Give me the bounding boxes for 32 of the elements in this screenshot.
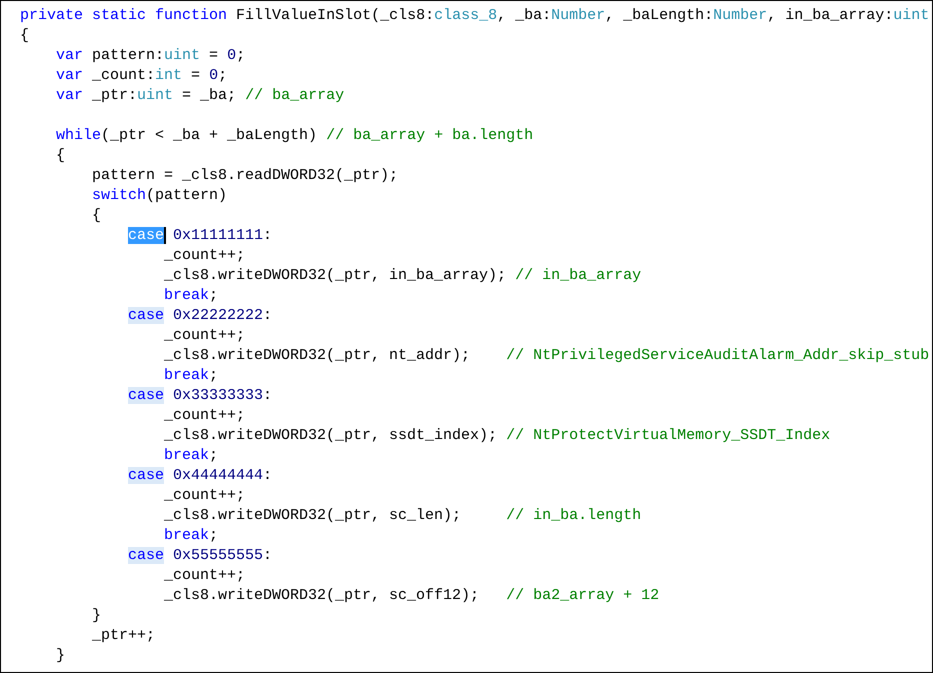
code-line: {	[92, 207, 102, 224]
code-line: break;	[164, 287, 218, 304]
code-line: {	[56, 147, 66, 164]
code-line: _cls8.writeDWORD32(_ptr, sc_off12); // ba2_array + 12	[164, 587, 660, 604]
code-line: case 0x55555555:	[128, 547, 272, 564]
code-line: while(_ptr < _ba + _baLength) // ba_array + ba.length	[56, 127, 534, 144]
code-line: _cls8.writeDWORD32(_ptr, nt_addr); // NtPrivilegedServiceAuditAlarm_Addr_skip_stub	[164, 347, 930, 364]
code-line: private static function FillValueInSlot(_cls8:class_8, _ba:Number, _baLength:Number, in_ba_array:uint	[20, 7, 930, 24]
code-line: pattern = _cls8.readDWORD32(_ptr);	[92, 167, 398, 184]
code-line: break;	[164, 447, 218, 464]
code-line: break;	[164, 527, 218, 544]
code-line: case 0x33333333:	[128, 387, 272, 404]
code-line: _count++;	[164, 407, 246, 424]
code-line: _count++;	[164, 247, 246, 264]
code-line: _ptr++;	[92, 627, 156, 644]
code-line: case 0x44444444:	[128, 467, 272, 484]
code-line: _count++;	[164, 487, 246, 504]
code-line: {	[20, 27, 30, 44]
code-line: var _count:int = 0;	[56, 67, 228, 84]
code-line: case 0x11111111:	[128, 227, 272, 244]
code-line: }	[92, 607, 102, 624]
code-line: _cls8.writeDWORD32(_ptr, ssdt_index); // NtProtectVirtualMemory_SSDT_Index	[164, 427, 830, 444]
code-line: _cls8.writeDWORD32(_ptr, in_ba_array); // in_ba_array	[164, 267, 642, 284]
code-line: _count++;	[164, 327, 246, 344]
code-line: _count++;	[164, 567, 246, 584]
code-line: }	[56, 647, 66, 664]
code-line: switch(pattern)	[92, 187, 228, 204]
code-line: _cls8.writeDWORD32(_ptr, sc_len); // in_ba.length	[164, 507, 642, 524]
code-line: break;	[164, 367, 218, 384]
code-line: var _ptr:uint = _ba; // ba_array	[56, 87, 344, 104]
code-line: var pattern:uint = 0;	[56, 47, 246, 64]
code-line: case 0x22222222:	[128, 307, 272, 324]
